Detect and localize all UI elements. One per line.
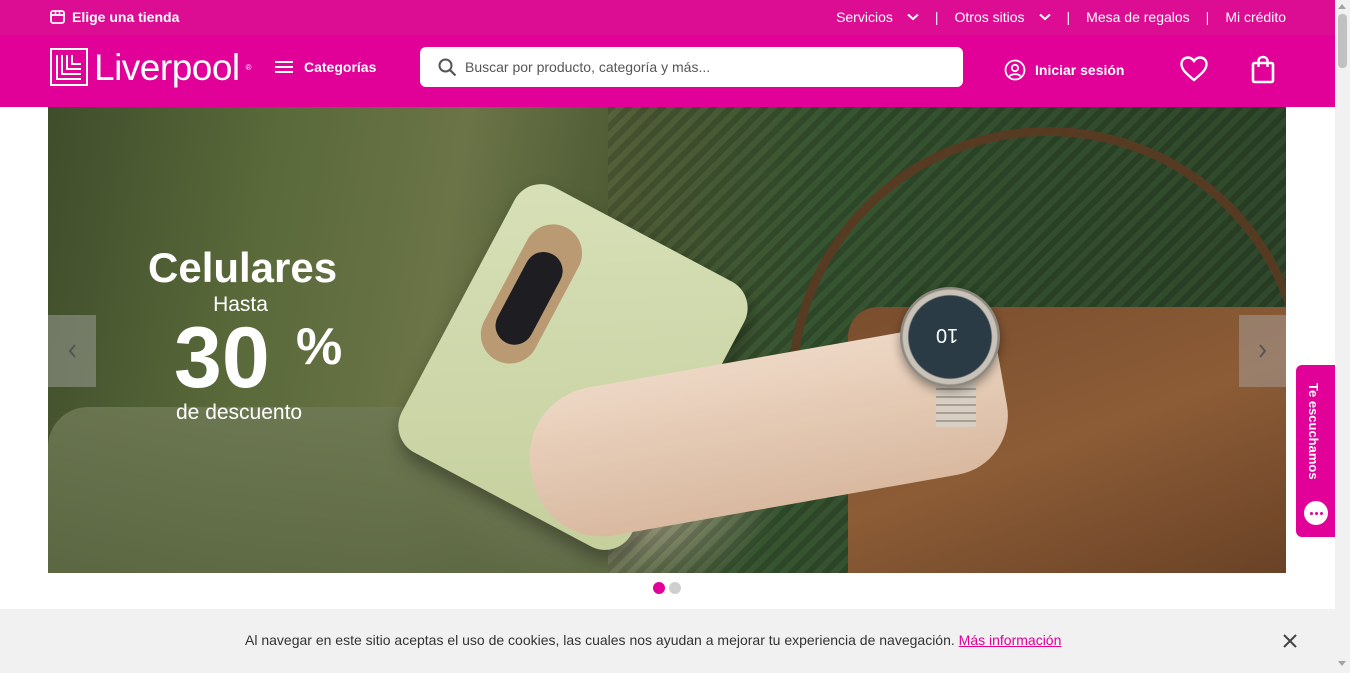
user-icon (1004, 59, 1026, 81)
cookie-more-info-link[interactable]: Más información (959, 632, 1062, 648)
heart-icon[interactable] (1179, 55, 1209, 83)
promo-title: Celulares (148, 244, 338, 291)
choose-store-link[interactable]: Elige una tienda (50, 9, 179, 25)
top-bar: Elige una tienda Servicios | Otros sitio… (0, 0, 1335, 35)
nav-separator: | (934, 9, 939, 25)
chevron-left-icon (68, 344, 76, 358)
top-nav: Servicios | Otros sitios | Mesa de regal… (836, 9, 1286, 25)
phone-camera (470, 214, 593, 374)
logo-text: Liverpool (94, 46, 240, 88)
promo-percent: % (296, 318, 343, 376)
other-sites-menu[interactable]: Otros sitios (955, 9, 1051, 25)
logo-mark-icon (50, 48, 88, 86)
watch-band (936, 382, 976, 427)
other-sites-label: Otros sitios (954, 9, 1025, 25)
chat-bubble-icon (1304, 501, 1328, 525)
nav-separator: | (1066, 9, 1071, 25)
login-label: Iniciar sesión (1035, 62, 1125, 78)
choose-store-label: Elige una tienda (72, 9, 180, 25)
carousel-next-button[interactable] (1239, 315, 1286, 387)
carousel-dot-2[interactable] (669, 582, 681, 594)
menu-icon (275, 61, 293, 73)
page: Elige una tienda Servicios | Otros sitio… (0, 0, 1350, 673)
cookie-message: Al navegar en este sitio aceptas el uso … (245, 632, 955, 648)
hero-watch-image (900, 287, 1000, 387)
search-bar (420, 47, 963, 87)
page-scrollbar[interactable] (1335, 0, 1350, 673)
nav-separator: | (1205, 9, 1210, 25)
liverpool-logo[interactable]: Liverpool ® (50, 48, 252, 86)
main-header: Liverpool ® Categorías Inici (0, 35, 1335, 107)
logo-registered-mark: ® (245, 62, 252, 72)
scroll-up-arrow-icon[interactable] (1338, 4, 1346, 9)
carousel-dots (653, 582, 681, 594)
gift-registry-link[interactable]: Mesa de regalos (1086, 9, 1190, 25)
promo-amount: 30 (174, 310, 270, 406)
scroll-down-arrow-icon[interactable] (1338, 661, 1346, 666)
cookie-message-row: Al navegar en este sitio aceptas el uso … (245, 632, 1061, 648)
chevron-down-icon (1038, 13, 1051, 21)
services-label: Servicios (836, 9, 893, 25)
scrollbar-thumb[interactable] (1338, 14, 1347, 68)
carousel-prev-button[interactable] (48, 315, 96, 387)
chevron-down-icon (907, 13, 919, 21)
promo-text: Celulares Hasta 30 % de descuento (148, 244, 342, 425)
promo-amount-row: 30 % (148, 315, 342, 401)
close-icon[interactable] (1282, 633, 1298, 649)
feedback-label: Te escuchamos (1306, 383, 1321, 480)
categories-label: Categorías (304, 59, 377, 75)
chevron-right-icon (1259, 344, 1267, 358)
search-icon[interactable] (438, 58, 457, 77)
cookie-banner: Al navegar en este sitio aceptas el uso … (0, 609, 1335, 673)
my-credit-link[interactable]: Mi crédito (1225, 9, 1286, 25)
feedback-tab[interactable]: Te escuchamos (1296, 365, 1335, 537)
carousel-dot-1[interactable] (653, 582, 665, 594)
categories-button[interactable]: Categorías (274, 59, 376, 75)
shopping-bag-icon[interactable] (1250, 55, 1276, 85)
store-icon (50, 10, 65, 24)
search-input[interactable] (465, 59, 945, 75)
login-button[interactable]: Iniciar sesión (1004, 59, 1124, 81)
page-content: Elige una tienda Servicios | Otros sitio… (0, 0, 1335, 673)
services-menu[interactable]: Servicios (836, 9, 919, 25)
hero-carousel[interactable]: Celulares Hasta 30 % de descuento (48, 107, 1286, 573)
